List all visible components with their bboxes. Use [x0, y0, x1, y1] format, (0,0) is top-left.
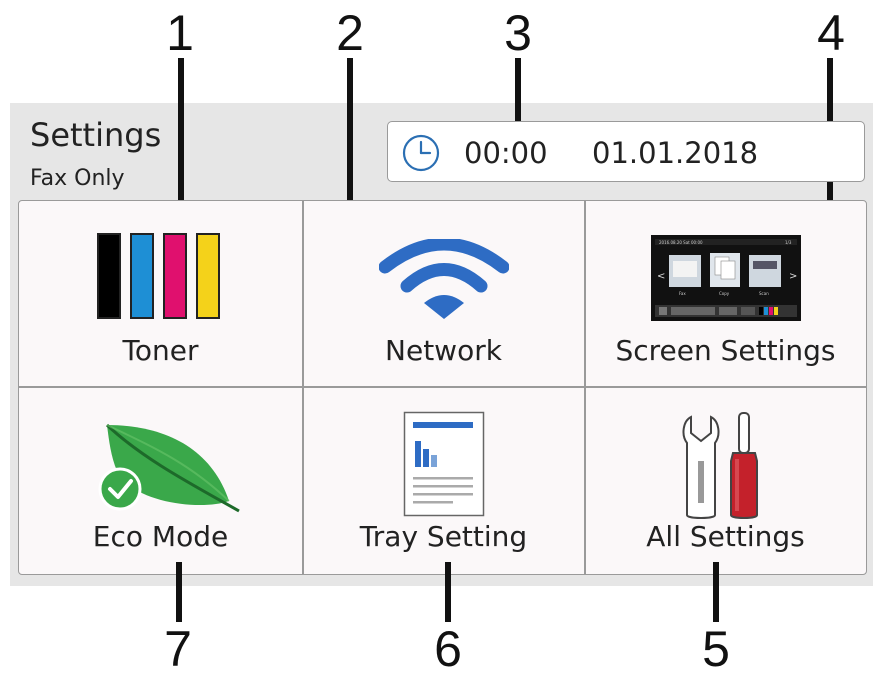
all-settings-button[interactable]: All Settings [585, 387, 866, 574]
callout-1: 1 [166, 5, 194, 61]
callout-7: 7 [164, 621, 192, 677]
page-title: Settings [30, 116, 162, 154]
callout-line-6 [445, 562, 451, 622]
network-button[interactable]: Network [303, 201, 584, 386]
callout-line-1 [178, 58, 184, 218]
screen-settings-button[interactable]: 2016.08.20 Sat 00:00 1/3 < > Fax Copy Sc… [585, 201, 866, 386]
settings-grid: Toner Network 2016.08.20 Sat 00:00 1/3 <… [18, 200, 867, 575]
callout-line-5 [713, 562, 719, 622]
svg-text:Copy: Copy [719, 291, 730, 296]
toner-button[interactable]: Toner [19, 201, 302, 386]
toner-label: Toner [122, 334, 199, 367]
svg-text:2016.08.20 Sat 00:00: 2016.08.20 Sat 00:00 [659, 240, 703, 245]
date-display: 01.01.2018 [592, 136, 759, 170]
eco-mode-label: Eco Mode [92, 520, 229, 553]
tray-document-icon [403, 411, 485, 517]
tray-setting-label: Tray Setting [359, 520, 528, 553]
network-label: Network [385, 334, 502, 367]
callout-line-3 [515, 58, 521, 130]
wifi-icon [379, 239, 509, 319]
clock-icon [402, 134, 440, 172]
svg-text:>: > [789, 271, 797, 282]
svg-text:Fax: Fax [679, 291, 686, 296]
svg-text:1/3: 1/3 [785, 240, 792, 245]
callout-4: 4 [817, 5, 845, 61]
callout-3: 3 [504, 5, 532, 61]
eco-mode-button[interactable]: Eco Mode [19, 387, 302, 574]
date-time-button[interactable]: 00:00 01.01.2018 [387, 121, 865, 182]
time-display: 00:00 [464, 136, 548, 170]
screen-settings-label: Screen Settings [615, 334, 836, 367]
mode-subtitle: Fax Only [30, 166, 125, 191]
callout-5: 5 [702, 621, 730, 677]
svg-text:Scan: Scan [759, 291, 769, 296]
callout-6: 6 [434, 621, 462, 677]
screen-preview-icon: 2016.08.20 Sat 00:00 1/3 < > Fax Copy Sc… [651, 235, 801, 321]
callout-line-2 [347, 58, 353, 218]
svg-text:<: < [657, 271, 665, 282]
toner-icon [97, 233, 220, 319]
tools-icon [682, 412, 758, 519]
all-settings-label: All Settings [646, 520, 805, 553]
callout-2: 2 [336, 5, 364, 61]
leaf-icon [98, 423, 240, 513]
callout-line-7 [176, 562, 182, 622]
tray-setting-button[interactable]: Tray Setting [303, 387, 584, 574]
